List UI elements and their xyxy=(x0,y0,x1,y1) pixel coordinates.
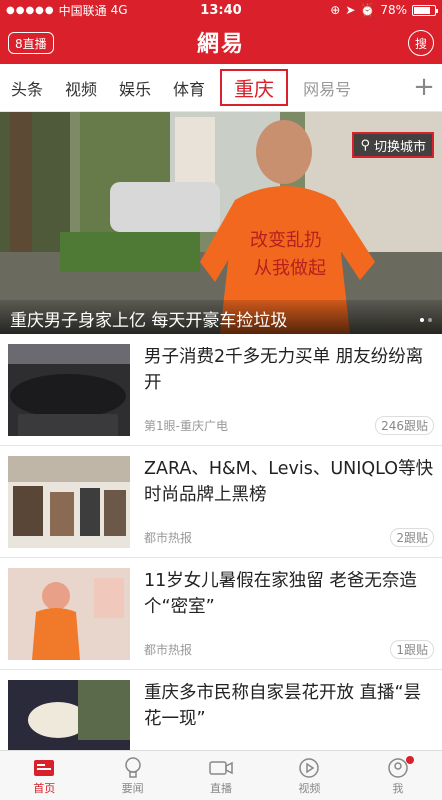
tabbar-headlines[interactable]: 要闻 xyxy=(88,751,176,800)
carrier-label: 中国联通 xyxy=(58,3,107,18)
network-label: 4G xyxy=(110,3,128,17)
add-channel-button[interactable]: + xyxy=(406,64,442,110)
switch-city-button[interactable]: ⚲ 切换城市 xyxy=(352,132,434,158)
location-pin-icon: ⚲ xyxy=(360,137,370,153)
notification-dot xyxy=(406,756,415,764)
news-list: 男子消费2千多无力买单 朋友纷纷离开 第1眼-重庆广电 246跟贴 ZARA、H… xyxy=(0,334,442,782)
live-button[interactable]: 8直播 xyxy=(8,32,54,54)
lock-rotation-icon: ⊕ xyxy=(330,3,341,17)
tabbar-video-label: 视频 xyxy=(298,781,321,795)
search-button[interactable]: 搜 xyxy=(408,30,434,56)
news-source: 都市热报 xyxy=(144,531,193,545)
battery-percent: 78% xyxy=(380,3,407,17)
app-logo: 網易 xyxy=(196,31,245,57)
channel-tabs: 头条 视频 娱乐 体育 重庆 网易号 + xyxy=(0,64,442,112)
tabbar-live-label: 直播 xyxy=(210,781,233,795)
news-item[interactable]: 男子消费2千多无力买单 朋友纷纷离开 第1眼-重庆广电 246跟贴 xyxy=(0,334,442,446)
shirt-slogan-line2: 从我做起 xyxy=(254,258,326,279)
tabbar-live[interactable]: 直播 xyxy=(177,751,265,800)
news-item[interactable]: ZARA、H&M、Levis、UNIQLO等快时尚品牌上黑榜 都市热报 2跟贴 xyxy=(0,446,442,558)
tab-entertainment[interactable]: 娱乐 xyxy=(108,76,162,100)
battery-icon xyxy=(412,4,438,16)
video-camera-icon xyxy=(209,756,233,780)
lightbulb-icon xyxy=(123,756,143,780)
reply-count-badge[interactable]: 1跟贴 xyxy=(390,640,434,659)
tabbar-video[interactable]: 视频 xyxy=(265,751,353,800)
play-circle-icon xyxy=(298,756,320,780)
hero-caption: 重庆男子身家上亿 每天开豪车捡垃圾 xyxy=(0,300,442,334)
tab-video[interactable]: 视频 xyxy=(54,76,108,100)
tabbar-headlines-label: 要闻 xyxy=(121,781,144,795)
news-source: 都市热报 xyxy=(144,643,193,657)
tab-chongqing[interactable]: 重庆 xyxy=(220,69,289,106)
app-header: ●●●●● 中国联通 4G 13:40 ⊕ ➤ ⏰ 78% 8直播 網易 搜 xyxy=(0,0,442,64)
tabbar-me[interactable]: 我 xyxy=(354,751,442,800)
reply-count-badge[interactable]: 2跟贴 xyxy=(390,528,434,547)
news-thumbnail xyxy=(8,344,130,436)
news-title: 男子消费2千多无力买单 朋友纷纷离开 xyxy=(144,347,424,393)
news-title: ZARA、H&M、Levis、UNIQLO等快时尚品牌上黑榜 xyxy=(144,459,434,505)
signal-icon: ●●●●● xyxy=(6,4,55,16)
bottom-tab-bar: 首页 要闻 直播 视频 我 xyxy=(0,750,442,800)
tab-sports[interactable]: 体育 xyxy=(162,76,216,100)
news-thumbnail xyxy=(8,456,130,548)
news-title: 11岁女儿暑假在家独留 老爸无奈造个“密室” xyxy=(144,571,417,617)
location-arrow-icon: ➤ xyxy=(345,3,356,17)
carousel-indicator xyxy=(420,318,432,322)
clock: 13:40 xyxy=(200,2,242,18)
hero-banner[interactable]: 改变乱扔 从我做起 ⚲ 切换城市 重庆男子身家上亿 每天开豪车捡垃圾 xyxy=(0,112,442,334)
news-source: 第1眼-重庆广电 xyxy=(144,419,228,433)
reply-count-badge[interactable]: 246跟贴 xyxy=(375,416,434,435)
alarm-icon: ⏰ xyxy=(360,3,376,17)
tabbar-me-label: 我 xyxy=(392,781,404,795)
tab-netease-account[interactable]: 网易号 xyxy=(292,76,362,100)
news-item[interactable]: 11岁女儿暑假在家独留 老爸无奈造个“密室” 都市热报 1跟贴 xyxy=(0,558,442,670)
switch-city-label: 切换城市 xyxy=(373,139,426,155)
tab-headlines[interactable]: 头条 xyxy=(0,76,54,100)
tabbar-home[interactable]: 首页 xyxy=(0,751,88,800)
news-thumbnail xyxy=(8,568,130,660)
shirt-slogan-line1: 改变乱扔 xyxy=(250,230,322,251)
tabbar-home-label: 首页 xyxy=(33,781,56,795)
status-bar: ●●●●● 中国联通 4G 13:40 ⊕ ➤ ⏰ 78% xyxy=(0,0,442,20)
news-home-icon xyxy=(33,756,55,780)
news-title: 重庆多市民称自家昙花开放 直播“昙花一现” xyxy=(144,683,422,729)
